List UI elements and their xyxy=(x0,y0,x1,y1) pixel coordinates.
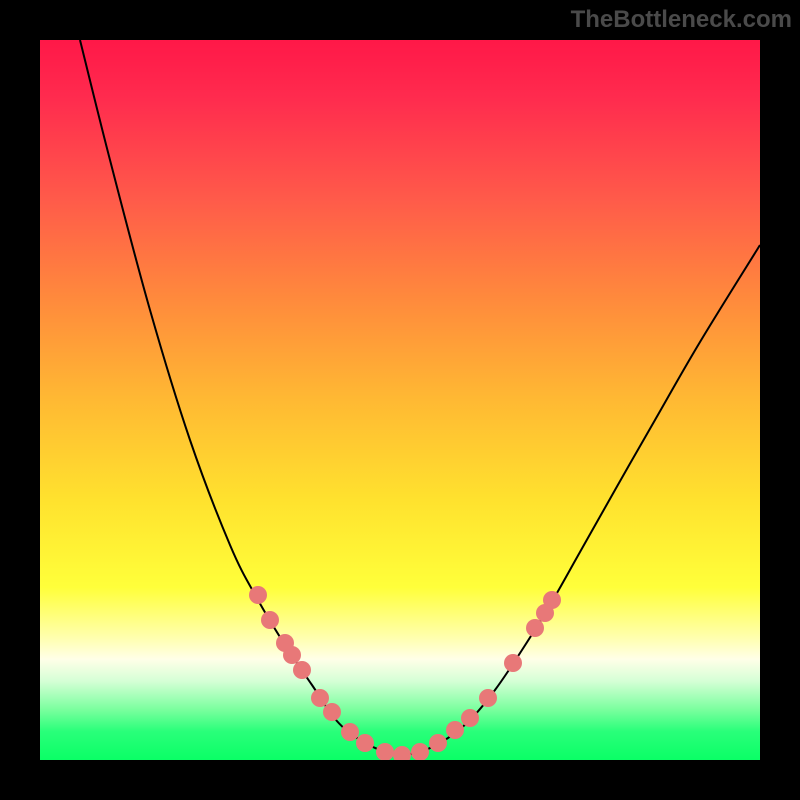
data-marker xyxy=(504,654,522,672)
chart-plot-area xyxy=(40,40,760,760)
data-marker xyxy=(283,646,301,664)
data-marker xyxy=(249,586,267,604)
data-marker xyxy=(356,734,374,752)
data-marker xyxy=(526,619,544,637)
data-marker xyxy=(479,689,497,707)
watermark-text: TheBottleneck.com xyxy=(571,6,792,34)
data-marker xyxy=(393,746,411,760)
curve-right-branch xyxy=(400,245,760,755)
data-marker xyxy=(341,723,359,741)
data-marker xyxy=(311,689,329,707)
chart-svg xyxy=(40,40,760,760)
data-marker xyxy=(376,743,394,760)
curve-markers xyxy=(249,586,561,760)
data-marker xyxy=(261,611,279,629)
data-marker xyxy=(446,721,464,739)
data-marker xyxy=(293,661,311,679)
data-marker xyxy=(461,709,479,727)
data-marker xyxy=(323,703,341,721)
data-marker xyxy=(543,591,561,609)
data-marker xyxy=(411,743,429,760)
curve-left-branch xyxy=(80,40,400,755)
data-marker xyxy=(429,734,447,752)
